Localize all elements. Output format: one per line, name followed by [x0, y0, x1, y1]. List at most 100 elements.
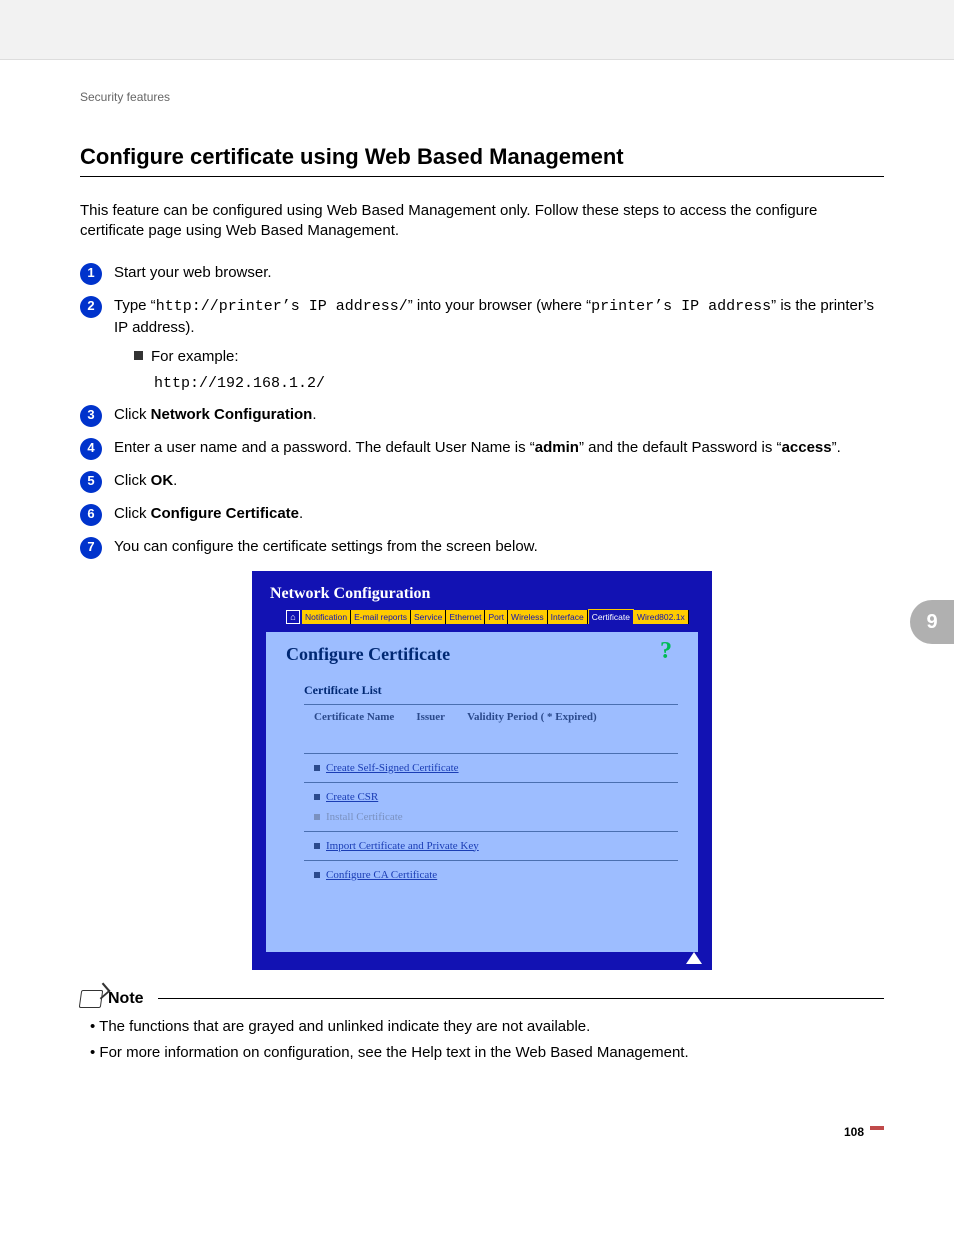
step-3-bold: Network Configuration — [151, 406, 313, 423]
step-3: 3 Click Network Configuration. — [80, 404, 884, 427]
breadcrumb: Security features — [80, 90, 884, 104]
help-icon[interactable]: ? — [660, 638, 688, 666]
cert-list-header: Certificate List — [304, 683, 678, 698]
link-label: Import Certificate and Private Key — [326, 840, 479, 852]
step-1-body: Start your web browser. — [114, 262, 884, 283]
square-bullet-icon — [314, 872, 320, 878]
step-6-bold: Configure Certificate — [151, 505, 299, 522]
step-7: 7 You can configure the certificate sett… — [80, 536, 884, 559]
cert-list-columns: Certificate Name Issuer Validity Period … — [314, 711, 678, 723]
step-2-text-b: ” into your browser (where “ — [408, 297, 591, 314]
tab-wired8021x[interactable]: Wired802.1x — [634, 610, 689, 624]
page-number-bar — [870, 1126, 884, 1130]
step-2-body: Type “http://printer’s IP address/” into… — [114, 295, 884, 394]
square-bullet-icon — [314, 814, 320, 820]
home-icon[interactable]: ⌂ — [286, 610, 300, 624]
square-bullet-icon — [314, 843, 320, 849]
step-3-body: Click Network Configuration. — [114, 404, 884, 425]
tab-port[interactable]: Port — [485, 610, 508, 624]
link-import-cert[interactable]: Import Certificate and Private Key — [314, 840, 678, 852]
screenshot-panel: ? Configure Certificate Certificate List… — [266, 632, 698, 952]
link-label: Configure CA Certificate — [326, 869, 437, 881]
step-6-text-c: . — [299, 505, 303, 522]
tab-service[interactable]: Service — [411, 610, 446, 624]
scroll-up-icon[interactable] — [686, 952, 702, 964]
step-5-text-a: Click — [114, 472, 151, 489]
step-5: 5 Click OK. — [80, 470, 884, 493]
step-5-bold: OK — [151, 472, 174, 489]
col-issuer: Issuer — [416, 711, 445, 723]
step-4-text-c: ” and the default Password is “ — [579, 439, 782, 456]
step-2-sub-label: For example: — [151, 348, 239, 365]
col-cert-name: Certificate Name — [314, 711, 394, 723]
step-2-example-code: http://192.168.1.2/ — [154, 373, 884, 394]
divider — [304, 753, 678, 754]
intro-text: This feature can be configured using Web… — [80, 201, 884, 242]
page-number: 108 — [80, 1125, 884, 1139]
title-rule — [80, 176, 884, 177]
page-number-value: 108 — [844, 1125, 864, 1139]
tab-email-reports[interactable]: E-mail reports — [351, 610, 411, 624]
step-3-text-c: . — [312, 406, 316, 423]
square-bullet-icon — [134, 351, 143, 360]
link-install-certificate: Install Certificate — [314, 811, 678, 823]
screenshot-tabs: ⌂ Notification E-mail reports Service Et… — [286, 609, 698, 624]
link-create-self-signed[interactable]: Create Self-Signed Certificate — [314, 762, 678, 774]
page-title: Configure certificate using Web Based Ma… — [80, 144, 884, 170]
step-number-6: 6 — [80, 504, 102, 526]
step-1: 1 Start your web browser. — [80, 262, 884, 285]
link-label: Create Self-Signed Certificate — [326, 762, 459, 774]
step-2-sub: For example: — [134, 346, 884, 367]
note-item-2: For more information on configuration, s… — [90, 1042, 884, 1065]
tab-notification[interactable]: Notification — [302, 610, 351, 624]
link-label-disabled: Install Certificate — [326, 811, 403, 823]
step-6: 6 Click Configure Certificate. — [80, 503, 884, 526]
note-item-1: The functions that are grayed and unlink… — [90, 1016, 884, 1039]
square-bullet-icon — [314, 765, 320, 771]
step-number-4: 4 — [80, 438, 102, 460]
tab-certificate[interactable]: Certificate — [588, 609, 634, 624]
note-rule — [158, 998, 884, 999]
step-number-3: 3 — [80, 405, 102, 427]
step-number-2: 2 — [80, 296, 102, 318]
tab-wireless[interactable]: Wireless — [508, 610, 548, 624]
note-list: The functions that are grayed and unlink… — [90, 1016, 884, 1065]
step-4-text-e: ”. — [832, 439, 841, 456]
step-3-text-a: Click — [114, 406, 151, 423]
note-label: Note — [108, 990, 144, 1008]
step-5-body: Click OK. — [114, 470, 884, 491]
screenshot-network-config: Network Configuration ⌂ Notification E-m… — [252, 571, 712, 970]
link-create-csr[interactable]: Create CSR — [314, 791, 678, 803]
step-number-7: 7 — [80, 537, 102, 559]
step-7-body: You can configure the certificate settin… — [114, 536, 884, 557]
step-6-text-a: Click — [114, 505, 151, 522]
step-4: 4 Enter a user name and a password. The … — [80, 437, 884, 460]
screenshot-title: Network Configuration — [270, 585, 698, 603]
step-4-bold-admin: admin — [535, 439, 579, 456]
tab-ethernet[interactable]: Ethernet — [446, 610, 485, 624]
divider — [304, 860, 678, 861]
panel-title: Configure Certificate — [286, 644, 678, 665]
step-2: 2 Type “http://printer’s IP address/” in… — [80, 295, 884, 394]
col-validity: Validity Period ( * Expired) — [467, 711, 597, 723]
tab-interface[interactable]: Interface — [548, 610, 588, 624]
step-number-5: 5 — [80, 471, 102, 493]
step-5-text-c: . — [173, 472, 177, 489]
step-4-bold-access: access — [782, 439, 832, 456]
link-label: Create CSR — [326, 791, 378, 803]
step-2-code-2: printer’s IP address — [591, 298, 771, 315]
step-4-text-a: Enter a user name and a password. The de… — [114, 439, 535, 456]
divider — [304, 782, 678, 783]
divider — [304, 831, 678, 832]
step-number-1: 1 — [80, 263, 102, 285]
note-header: Note — [80, 990, 884, 1008]
link-configure-ca[interactable]: Configure CA Certificate — [314, 869, 678, 881]
step-2-code-1: http://printer’s IP address/ — [156, 298, 408, 315]
square-bullet-icon — [314, 794, 320, 800]
step-6-body: Click Configure Certificate. — [114, 503, 884, 524]
step-2-text-a: Type “ — [114, 297, 156, 314]
note-icon — [79, 990, 104, 1008]
top-banner — [0, 0, 954, 60]
divider — [304, 704, 678, 705]
step-4-body: Enter a user name and a password. The de… — [114, 437, 884, 458]
